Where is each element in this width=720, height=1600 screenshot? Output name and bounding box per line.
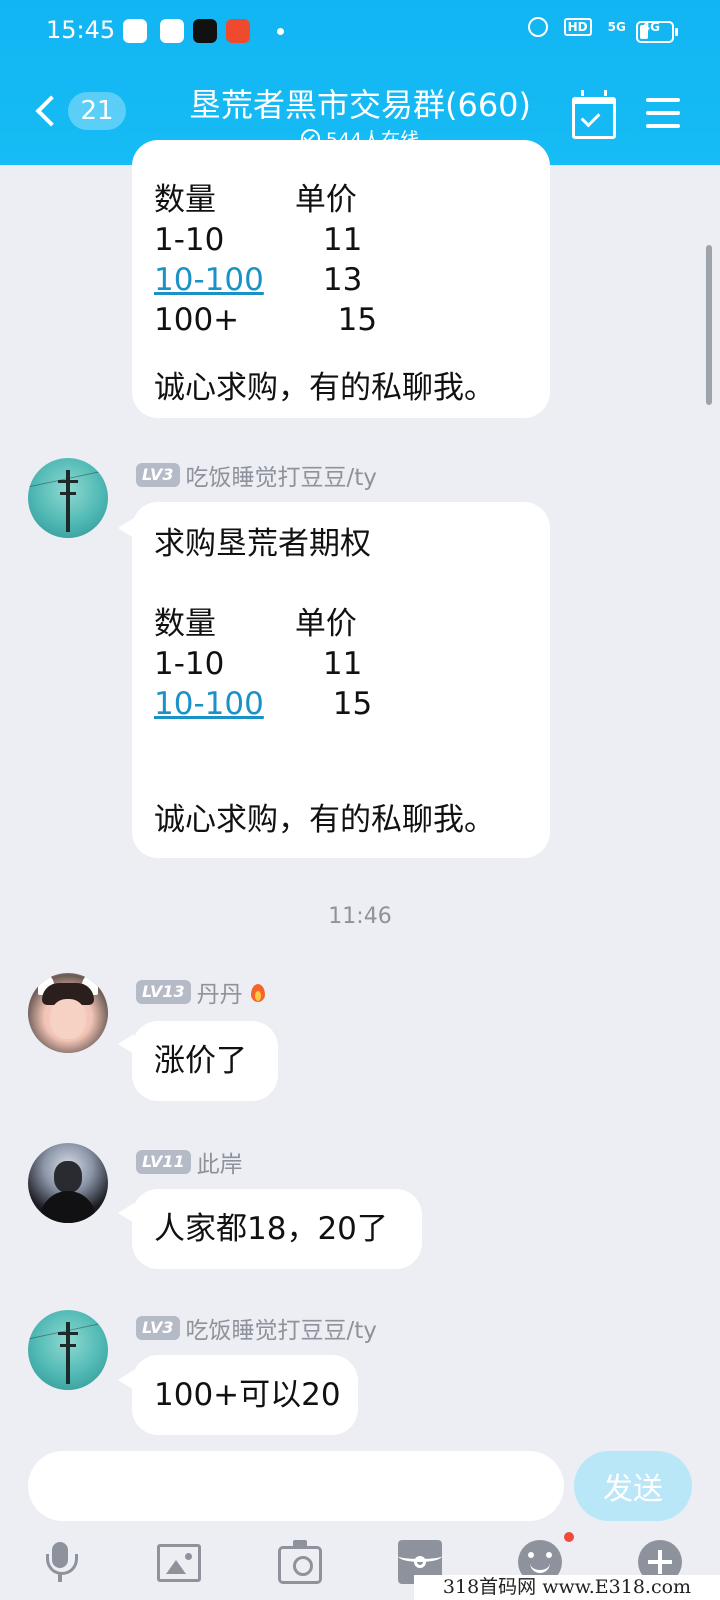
- message-text: 人家都18，20了: [154, 1211, 388, 1247]
- tiktok-app-icon: [193, 19, 217, 43]
- message-bubble[interactable]: 人家都18，20了: [132, 1189, 422, 1269]
- message-link[interactable]: 10-100: [154, 686, 264, 722]
- avatar[interactable]: [28, 973, 108, 1053]
- chat-screen: 15:45 HD 5G 4G 21 垦荒者黑市交易群(660) 544人在线: [0, 0, 720, 1600]
- message-line: 1-10 11: [154, 222, 363, 258]
- sender-name[interactable]: 吃饭睡觉打豆豆/ty: [186, 1311, 377, 1345]
- message-timestamp: 11:46: [328, 904, 392, 929]
- message-bubble[interactable]: 求购垦荒者期权 数量 单价 1-10 11 10-100 15 诚心求购，有的私…: [132, 502, 550, 858]
- send-button[interactable]: 发送: [574, 1451, 692, 1521]
- qq-app-icon: [123, 19, 147, 43]
- sender-info: LV13 丹丹: [136, 975, 267, 1009]
- message-bubble[interactable]: 涨价了: [132, 1021, 278, 1101]
- message-line: 数量 单价: [154, 182, 357, 218]
- sender-name[interactable]: 吃饭睡觉打豆豆/ty: [186, 458, 377, 492]
- camera-icon[interactable]: [278, 1540, 322, 1584]
- message-text: 100+可以20: [154, 1377, 341, 1413]
- notification-dot-icon: [564, 1532, 574, 1542]
- message-line: 数量 单价: [154, 606, 357, 642]
- message-line: 求购垦荒者期权: [154, 526, 371, 562]
- message-text: 涨价了: [154, 1043, 247, 1079]
- message-bubble[interactable]: 数量 单价 1-10 11 10-100 13 100+ 15 诚心求购，有的私…: [132, 140, 550, 418]
- status-time: 15:45: [46, 16, 116, 44]
- sender-name[interactable]: 此岸: [197, 1145, 243, 1179]
- sender-info: LV3 吃饭睡觉打豆豆/ty: [136, 458, 377, 492]
- message-input[interactable]: [28, 1451, 564, 1521]
- message-line-row: 10-100 15: [154, 686, 373, 722]
- level-badge: LV11: [136, 1150, 191, 1174]
- alipay-app-icon: [160, 19, 184, 43]
- image-icon[interactable]: [157, 1544, 201, 1582]
- game-app-icon: [226, 19, 250, 43]
- fire-icon: [249, 980, 267, 1004]
- menu-icon[interactable]: [646, 98, 680, 128]
- avatar[interactable]: [28, 458, 108, 538]
- calendar-check-icon[interactable]: [572, 90, 616, 139]
- message-line: 100+ 15: [154, 302, 378, 338]
- scrollbar[interactable]: [706, 245, 712, 405]
- message-link[interactable]: 10-100: [154, 262, 264, 298]
- sender-info: LV11 此岸: [136, 1145, 243, 1179]
- watermark: 318首码网 www.E318.com: [414, 1575, 720, 1600]
- avatar[interactable]: [28, 1143, 108, 1223]
- level-badge: LV3: [136, 463, 180, 487]
- 5g-signal-icon: 5G: [607, 20, 626, 34]
- alarm-icon: [527, 17, 548, 37]
- avatar[interactable]: [28, 1310, 108, 1390]
- level-badge: LV3: [136, 1316, 180, 1340]
- hd-icon: HD: [563, 18, 592, 36]
- status-bar: 15:45 HD 5G 4G: [0, 0, 720, 60]
- sender-info: LV3 吃饭睡觉打豆豆/ty: [136, 1311, 377, 1345]
- message-line: 诚心求购，有的私聊我。: [154, 802, 495, 838]
- battery-icon: [636, 21, 678, 43]
- notification-dot-icon: [277, 28, 284, 35]
- message-line: 诚心求购，有的私聊我。: [154, 370, 495, 406]
- message-line-row: 10-100 13: [154, 262, 363, 298]
- level-badge: LV13: [136, 980, 191, 1004]
- mic-icon[interactable]: [38, 1540, 82, 1584]
- message-bubble[interactable]: 100+可以20: [132, 1355, 358, 1435]
- message-line: 1-10 11: [154, 646, 363, 682]
- sender-name[interactable]: 丹丹: [197, 975, 243, 1009]
